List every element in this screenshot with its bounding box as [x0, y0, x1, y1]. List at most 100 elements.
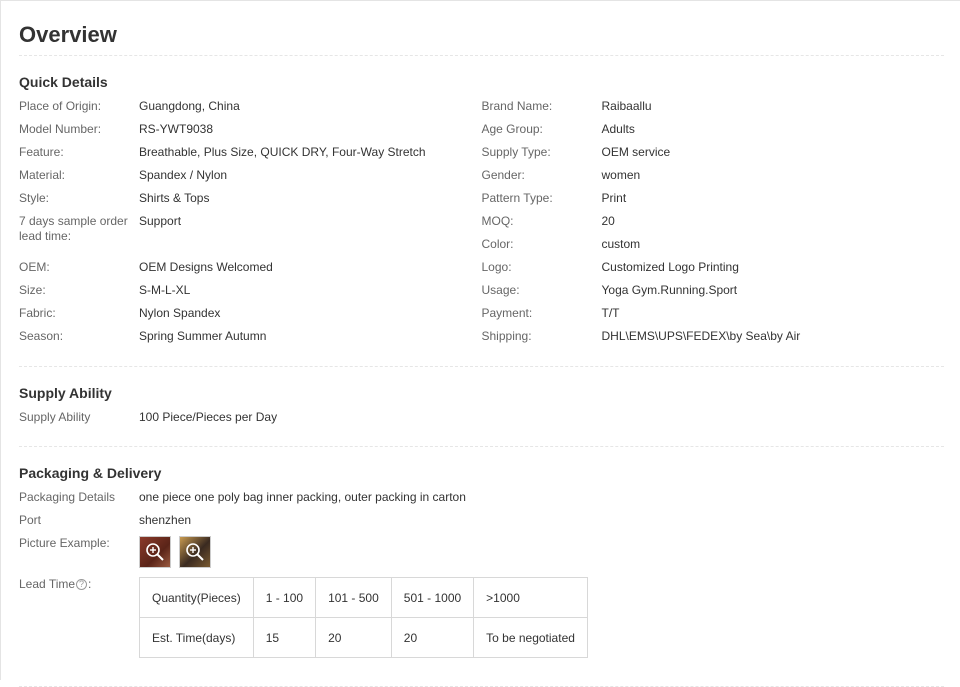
- lead-time-header-cell: 501 - 1000: [390, 577, 475, 618]
- quick-details-columns: Place of Origin: Guangdong, China Model Nu…: [19, 99, 944, 352]
- supply-ability-heading: Supply Ability: [19, 385, 112, 401]
- detail-value: T/T: [601, 306, 620, 320]
- lead-time-value-cell: To be negotiated: [473, 617, 588, 658]
- lead-time-row: Lead Time?: Quantity(Pieces) 1 - 100 101 -…: [19, 577, 944, 658]
- detail-key: Color:: [481, 237, 514, 251]
- detail-row: MOQ: 20: [482, 214, 945, 237]
- quick-details-right-column: Brand Name: Raibaallu Age Group: Adults Supp…: [482, 99, 945, 352]
- packaging-details-row: Packaging Details one piece one poly bag…: [19, 490, 944, 513]
- detail-row: OEM: OEM Designs Welcomed: [19, 260, 482, 283]
- help-icon[interactable]: ?: [76, 579, 88, 590]
- detail-key: MOQ:: [481, 214, 514, 228]
- detail-key: Brand Name:: [481, 99, 553, 113]
- detail-value: Raibaallu: [601, 99, 652, 113]
- supply-ability-section: Supply Ability Supply Ability 100 Piece/…: [19, 367, 944, 447]
- detail-row: Supply Type: OEM service: [482, 145, 945, 168]
- detail-key: Age Group:: [481, 122, 543, 136]
- detail-row: Size: S-M-L-XL: [19, 283, 482, 306]
- detail-row: Feature: Breathable, Plus Size, QUICK DRY…: [19, 145, 482, 168]
- port-key: Port: [19, 513, 42, 527]
- detail-key: Place of Origin:: [19, 99, 102, 113]
- detail-key: Size:: [19, 283, 46, 297]
- packaging-delivery-section: Packaging & Delivery Packaging Details o…: [19, 447, 944, 687]
- picture-thumbnail[interactable]: [139, 536, 171, 568]
- picture-thumbnail[interactable]: [179, 536, 211, 568]
- supply-ability-row: Supply Ability 100 Piece/Pieces per Day: [19, 410, 944, 433]
- lead-time-colon: :: [88, 577, 92, 591]
- detail-key: Payment:: [481, 306, 533, 320]
- detail-key: Gender:: [481, 168, 525, 182]
- detail-value: Breathable, Plus Size, QUICK DRY, Four-W…: [139, 145, 426, 159]
- detail-key: Pattern Type:: [481, 191, 553, 205]
- detail-value: RS-YWT9038: [139, 122, 214, 136]
- packaging-details-key: Packaging Details: [19, 490, 116, 504]
- page-title: Overview: [19, 1, 944, 56]
- detail-value: DHL\EMS\UPS\FEDEX\by Sea\by Air: [601, 329, 801, 343]
- detail-key: Shipping:: [481, 329, 532, 343]
- detail-value: Yoga Gym.Running.Sport: [601, 283, 738, 297]
- lead-time-table: Quantity(Pieces) 1 - 100 101 - 500 501 - 10…: [139, 577, 588, 658]
- picture-example-row: Picture Example:: [19, 536, 944, 569]
- detail-row: Brand Name: Raibaallu: [482, 99, 945, 122]
- zoom-icon: [146, 543, 164, 561]
- detail-value: women: [601, 168, 641, 182]
- picture-thumbnails: [139, 536, 211, 569]
- quick-details-section: Quick Details Place of Origin: Guangdong,…: [19, 56, 944, 367]
- detail-value: OEM service: [601, 145, 671, 159]
- quick-details-heading: Quick Details: [19, 74, 108, 90]
- detail-key: Model Number:: [19, 122, 102, 136]
- detail-row: Payment: T/T: [482, 306, 945, 329]
- supply-ability-key: Supply Ability: [19, 410, 91, 424]
- detail-value: Print: [601, 191, 627, 205]
- detail-key: Usage:: [481, 283, 520, 297]
- lead-time-header-row: Quantity(Pieces) 1 - 100 101 - 500 501 - 10…: [139, 577, 588, 618]
- detail-value: 20: [601, 214, 615, 228]
- detail-row: Style: Shirts & Tops: [19, 191, 482, 214]
- detail-row: Usage: Yoga Gym.Running.Sport: [482, 283, 945, 306]
- detail-row: Shipping: DHL\EMS\UPS\FEDEX\by Sea\by Air: [482, 329, 945, 352]
- lead-time-header-cell: 101 - 500: [315, 577, 392, 618]
- quick-details-left-column: Place of Origin: Guangdong, China Model Nu…: [19, 99, 482, 352]
- picture-example-key: Picture Example:: [19, 536, 110, 550]
- detail-value: Adults: [601, 122, 635, 136]
- detail-key: Logo:: [481, 260, 512, 274]
- detail-key: Style:: [19, 191, 50, 205]
- detail-row: Age Group: Adults: [482, 122, 945, 145]
- port-row: Port shenzhen: [19, 513, 944, 536]
- detail-key: 7 days sample order lead time:: [19, 214, 128, 243]
- detail-key: Material:: [19, 168, 66, 182]
- detail-value: Nylon Spandex: [139, 306, 221, 320]
- lead-time-key: Lead Time?:: [19, 577, 139, 658]
- detail-row: Material: Spandex / Nylon: [19, 168, 482, 191]
- detail-value: Shirts & Tops: [139, 191, 210, 205]
- detail-row: Logo: Customized Logo Printing: [482, 260, 945, 283]
- detail-key: Fabric:: [19, 306, 56, 320]
- lead-time-value-cell: 15: [252, 617, 317, 658]
- detail-value: Customized Logo Printing: [601, 260, 739, 274]
- packaging-heading: Packaging & Delivery: [19, 465, 162, 481]
- detail-value: S-M-L-XL: [139, 283, 191, 297]
- detail-row: Gender: women: [482, 168, 945, 191]
- detail-row: Pattern Type: Print: [482, 191, 945, 214]
- detail-row: Place of Origin: Guangdong, China: [19, 99, 482, 122]
- detail-row: Fabric: Nylon Spandex: [19, 306, 482, 329]
- detail-value: Guangdong, China: [139, 99, 240, 113]
- detail-key: Season:: [19, 329, 64, 343]
- detail-row: Model Number: RS-YWT9038: [19, 122, 482, 145]
- detail-value: Support: [139, 214, 182, 228]
- detail-row: 7 days sample order lead time: Support: [19, 214, 482, 260]
- detail-value: OEM Designs Welcomed: [139, 260, 273, 274]
- lead-time-header-cell: Quantity(Pieces): [139, 577, 254, 618]
- lead-time-value-cell: 20: [390, 617, 475, 658]
- supply-ability-value: 100 Piece/Pieces per Day: [139, 410, 278, 424]
- lead-time-value-cell: Est. Time(days): [139, 617, 254, 658]
- port-value: shenzhen: [139, 513, 192, 527]
- lead-time-header-cell: 1 - 100: [252, 577, 317, 618]
- detail-key: Supply Type:: [481, 145, 551, 159]
- detail-key: OEM:: [19, 260, 50, 274]
- lead-time-value-cell: 20: [315, 617, 392, 658]
- detail-key: Feature:: [19, 145, 64, 159]
- lead-time-value-row: Est. Time(days) 15 20 20 To be negotiated: [139, 617, 588, 658]
- lead-time-label: Lead Time: [19, 577, 76, 591]
- zoom-icon: [186, 543, 204, 561]
